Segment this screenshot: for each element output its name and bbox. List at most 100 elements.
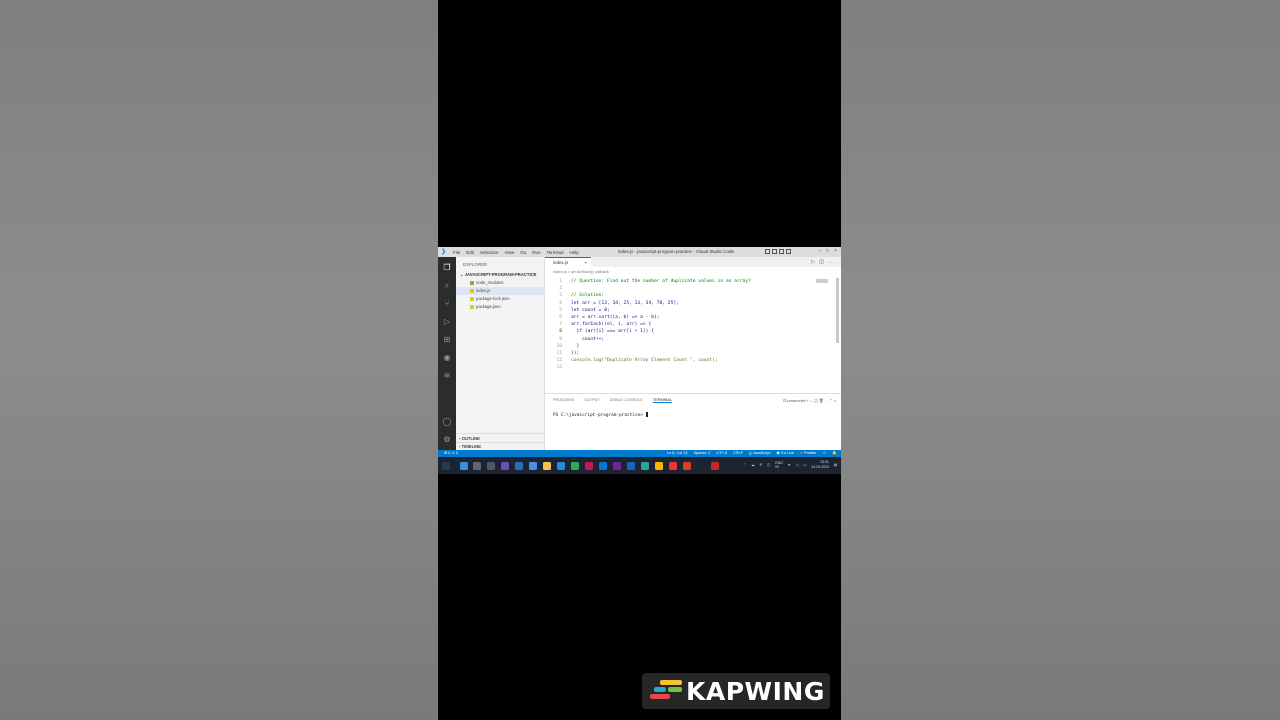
toggle-sidebar-icon[interactable] (765, 249, 770, 254)
more-actions-icon[interactable]: … (828, 259, 833, 265)
close-tab-icon[interactable]: × (584, 258, 587, 267)
recording-icon[interactable] (711, 462, 719, 470)
vscode-taskbar-icon[interactable] (599, 462, 607, 470)
editor-scrollbar[interactable] (836, 278, 839, 343)
menu-run[interactable]: Run (532, 250, 540, 255)
chevron-up-icon[interactable]: ⌃ (743, 463, 746, 467)
breadcrumb[interactable]: index.js > arr.forEach() callback (553, 269, 609, 274)
word-icon[interactable] (627, 462, 635, 470)
tab-index-js[interactable]: index.js × (545, 257, 591, 267)
go-live-button[interactable]: ◉ Go Live (776, 450, 793, 457)
minimize-icon[interactable]: – (818, 248, 821, 254)
project-name: JAVASCRIPT-PROGRAM-PRACTICE (464, 272, 537, 277)
maximize-panel-icon[interactable]: ⌃ (830, 399, 833, 403)
run-code-icon[interactable]: ▷ (811, 259, 815, 265)
explorer-icon[interactable]: ❐ (442, 263, 452, 273)
line-text: count++; (571, 336, 605, 342)
file-package-json[interactable]: package.json (456, 303, 545, 311)
close-icon[interactable]: × (834, 248, 837, 254)
chevron-down-icon[interactable]: ⌄ (810, 399, 813, 403)
notifications-icon[interactable]: 🔔 (832, 450, 837, 457)
app-icon[interactable] (655, 462, 663, 470)
language-indicator[interactable]: ENG IN (775, 461, 782, 469)
file-index-js[interactable]: index.js (456, 287, 545, 295)
tab-output[interactable]: OUTPUT (584, 398, 600, 403)
menu-terminal[interactable]: Terminal (547, 250, 564, 255)
split-terminal-icon[interactable]: ◫ (814, 399, 818, 403)
volume-icon[interactable]: ◁ (796, 463, 799, 467)
app-icon[interactable] (683, 462, 691, 470)
panel-tabs: PROBLEMS OUTPUT DEBUG CONSOLE TERMINAL (553, 398, 673, 403)
logo-bar (650, 694, 670, 699)
toggle-panel-icon[interactable] (772, 249, 777, 254)
edge-browser-icon[interactable] (557, 462, 565, 470)
menu-file[interactable]: File (453, 250, 460, 255)
outline-section[interactable]: › OUTLINE (459, 436, 480, 441)
tab-debug-console[interactable]: DEBUG CONSOLE (610, 398, 643, 403)
shell-name[interactable]: powershell (787, 399, 805, 403)
prettier-status[interactable]: ✓ Prettier (800, 450, 816, 457)
timeline-section[interactable]: › TIMELINE (459, 444, 481, 449)
start-button-icon[interactable] (460, 462, 468, 470)
app-icon[interactable] (585, 462, 593, 470)
cursor-position[interactable]: Ln 8, Col 13 (667, 450, 687, 457)
account-icon[interactable]: ◯ (442, 417, 452, 427)
new-terminal-icon[interactable]: + (807, 399, 809, 403)
extensions-icon[interactable]: ⊞ (442, 335, 452, 345)
indentation[interactable]: Spaces: 2 (694, 450, 711, 457)
menu-view[interactable]: View (505, 250, 515, 255)
battery-icon[interactable]: ▭ (803, 463, 806, 467)
source-control-icon[interactable]: ⑂ (442, 299, 452, 309)
cloud-icon[interactable]: ☁ (751, 463, 754, 467)
task-view-icon[interactable] (487, 462, 495, 470)
search-icon[interactable]: ⌕ (442, 281, 452, 291)
customize-layout-icon[interactable] (786, 249, 791, 254)
mail-icon[interactable] (529, 462, 537, 470)
minimap[interactable] (816, 279, 828, 283)
terminal-output[interactable]: PS C:\javascript-program-practice> (553, 412, 649, 418)
tab-terminal[interactable]: TERMINAL (652, 398, 673, 403)
settings-icon[interactable] (515, 462, 523, 470)
maximize-icon[interactable]: □ (826, 248, 829, 254)
code-line: 7 arr.forEach((el, i, arr) => { (545, 321, 825, 328)
menu-edit[interactable]: Edit (466, 250, 474, 255)
line-number: 6 (559, 315, 562, 320)
line-ending[interactable]: CRLF (733, 450, 743, 457)
app-icon[interactable] (669, 462, 677, 470)
chrome-icon[interactable] (571, 462, 579, 470)
remote-explorer-icon[interactable]: ◉ (442, 353, 452, 363)
shield-icon[interactable]: ⛨ (760, 463, 763, 467)
toggle-secondary-sidebar-icon[interactable] (779, 249, 784, 254)
search-icon[interactable] (473, 462, 481, 470)
notification-center-icon[interactable]: ▤ (834, 463, 837, 467)
app-icon[interactable] (613, 462, 621, 470)
feedback-icon[interactable]: ☺ (822, 450, 826, 457)
trash-icon[interactable]: 🗑 (819, 399, 824, 403)
menu-selection[interactable]: Selection (480, 250, 499, 255)
settings-gear-icon[interactable]: ⚙ (442, 435, 452, 445)
encoding[interactable]: UTF-8 (716, 450, 727, 457)
wifi-icon[interactable]: ≋ (788, 463, 791, 467)
problems-status[interactable]: ⊗ 0 ⚠ 0 (444, 450, 458, 457)
language-mode[interactable]: {} JavaScript (749, 450, 770, 457)
code-editor[interactable]: 1 // Question: Find out the number of dup… (545, 278, 841, 393)
file-package-lock-json[interactable]: package-lock.json (456, 295, 545, 303)
teams-icon[interactable] (501, 462, 509, 470)
run-debug-icon[interactable]: ▷ (442, 317, 452, 327)
file-node-modules[interactable]: node_modules (456, 279, 545, 287)
project-folder[interactable]: ⌄ JAVASCRIPT-PROGRAM-PRACTICE (460, 272, 536, 277)
more-actions-icon[interactable]: … (825, 399, 829, 403)
file-explorer-icon[interactable] (543, 462, 551, 470)
clock[interactable]: 23:51 24-05-2023 (811, 460, 828, 469)
line-number: 8 (559, 329, 562, 335)
tab-problems[interactable]: PROBLEMS (553, 398, 574, 403)
close-panel-icon[interactable]: × (834, 399, 836, 403)
menu-go[interactable]: Go (520, 250, 526, 255)
network-icon[interactable]: ◫ (767, 463, 770, 467)
status-bar: ⊗ 0 ⚠ 0 Ln 8, Col 13 Spaces: 2 UTF-8 CRL… (438, 450, 841, 457)
split-editor-icon[interactable]: ◫ (819, 259, 824, 265)
app-icon[interactable] (641, 462, 649, 470)
widgets-icon[interactable] (442, 462, 450, 470)
docker-icon[interactable]: ≋ (442, 371, 452, 381)
menu-help[interactable]: Help (570, 250, 579, 255)
